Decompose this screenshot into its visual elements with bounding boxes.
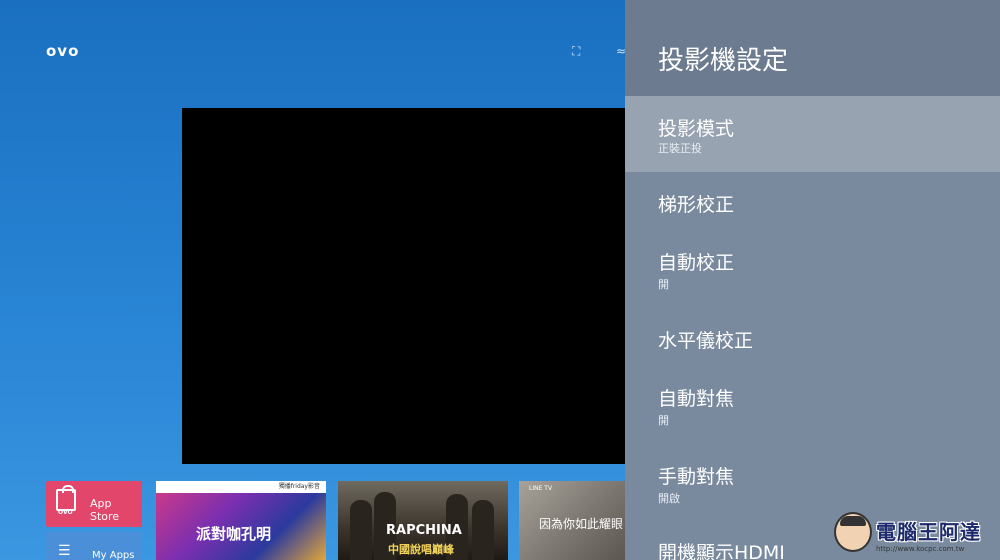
site-watermark: 電腦王阿達 http://www.kocpc.com.tw <box>828 512 1000 560</box>
poster-tag: LINE TV <box>529 485 553 492</box>
setting-label: 手動對焦 <box>658 466 735 488</box>
poster-title: 因為你如此耀眼 <box>539 517 624 531</box>
focus-icon[interactable]: ⛶ <box>572 44 586 58</box>
poster-title: RAPCHINA <box>386 523 462 538</box>
ovo-logo: ovo <box>46 42 80 60</box>
list-icon: ☰ <box>58 543 71 559</box>
my-apps-tile[interactable]: ☰ My Apps <box>46 532 142 560</box>
app-store-tile[interactable]: OVO App Store <box>46 481 142 527</box>
setting-label: 開機顯示HDMI <box>658 542 785 560</box>
setting-value: 正裝正投 <box>658 142 702 155</box>
bag-brand-text: OVO <box>58 509 73 516</box>
setting-label: 水平儀校正 <box>658 330 754 352</box>
poster-title: 派對咖孔明 <box>196 525 272 543</box>
poster-tile-2[interactable]: RAPCHINA 中國說唱巔峰 <box>338 481 508 560</box>
my-apps-label: My Apps <box>92 550 135 560</box>
setting-value: 開 <box>658 278 669 291</box>
setting-label: 投影模式 <box>658 118 735 140</box>
poster-header: 獨播friday影音 <box>156 481 326 493</box>
poster-subtitle: 中國說唱巔峰 <box>388 543 454 556</box>
setting-auto-correction[interactable]: 自動校正 開 <box>625 232 1000 308</box>
shopping-bag-icon <box>56 485 76 511</box>
watermark-text: 電腦王阿達 <box>876 520 981 544</box>
projector-settings-panel: 投影機設定 投影模式 正裝正投 梯形校正 自動校正 開 水平儀校正 自動對焦 開… <box>625 0 1000 560</box>
setting-label: 自動對焦 <box>658 388 735 410</box>
poster-figure <box>350 500 372 560</box>
setting-auto-focus[interactable]: 自動對焦 開 <box>625 368 1000 444</box>
poster-tile-3[interactable]: LINE TV 因為你如此耀眼 <box>519 481 629 560</box>
panel-header: 投影機設定 <box>625 0 1000 96</box>
watermark-url: http://www.kocpc.com.tw <box>876 545 965 553</box>
setting-label: 梯形校正 <box>658 194 735 216</box>
setting-value: 開啟 <box>658 492 680 505</box>
mascot-face-icon <box>834 512 872 552</box>
poster-figure <box>472 500 494 560</box>
app-store-label: App Store <box>90 497 120 523</box>
setting-value: 開 <box>658 414 669 427</box>
setting-label: 自動校正 <box>658 252 735 274</box>
setting-projection-mode[interactable]: 投影模式 正裝正投 <box>625 96 1000 172</box>
poster-tile-1[interactable]: 獨播friday影音 派對咖孔明 <box>156 481 326 560</box>
video-preview <box>182 108 626 464</box>
panel-title: 投影機設定 <box>658 46 789 76</box>
setting-manual-focus[interactable]: 手動對焦 開啟 <box>625 446 1000 522</box>
